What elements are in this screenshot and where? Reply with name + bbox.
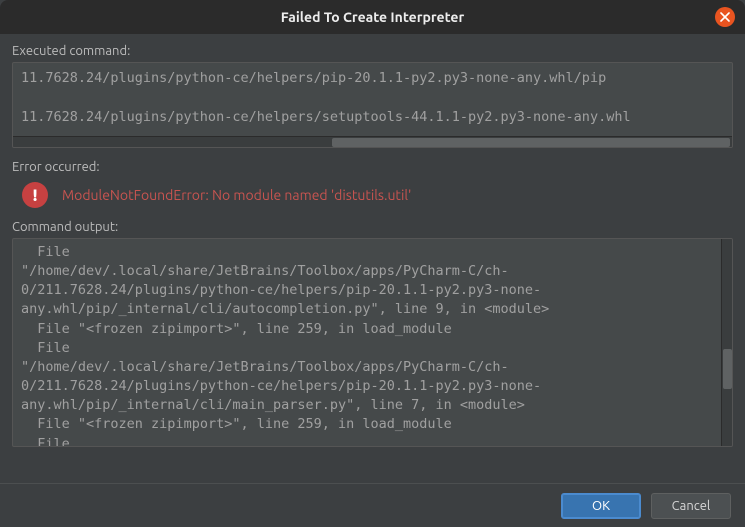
command-output-label: Command output: [12, 220, 733, 234]
close-button[interactable] [715, 7, 735, 27]
vertical-scrollbar[interactable] [721, 239, 732, 446]
titlebar: Failed To Create Interpreter [0, 0, 745, 34]
error-occurred-label: Error occurred: [12, 160, 733, 174]
close-icon [720, 12, 730, 22]
output-section: Command output: File "/home/dev/.local/s… [12, 220, 733, 447]
cancel-button[interactable]: Cancel [651, 493, 731, 519]
executed-command-box: 11.7628.24/plugins/python-ce/helpers/pip… [12, 62, 733, 148]
horizontal-scrollbar[interactable] [13, 136, 732, 147]
error-message: ModuleNotFoundError: No module named 'di… [62, 187, 411, 203]
dialog-content: Executed command: 11.7628.24/plugins/pyt… [0, 34, 745, 447]
command-output-text[interactable]: File "/home/dev/.local/share/JetBrains/T… [13, 239, 732, 447]
error-row: ! ModuleNotFoundError: No module named '… [12, 178, 733, 212]
vertical-scrollbar-thumb[interactable] [723, 349, 732, 389]
button-bar: OK Cancel [0, 483, 745, 527]
error-icon: ! [22, 182, 48, 208]
error-section: Error occurred: ! ModuleNotFoundError: N… [12, 160, 733, 212]
command-output-box: File "/home/dev/.local/share/JetBrains/T… [12, 238, 733, 447]
horizontal-scrollbar-thumb[interactable] [332, 138, 730, 147]
ok-button[interactable]: OK [561, 493, 641, 519]
executed-command-text[interactable]: 11.7628.24/plugins/python-ce/helpers/pip… [13, 63, 732, 134]
executed-command-label: Executed command: [12, 44, 733, 58]
window-title: Failed To Create Interpreter [281, 9, 464, 25]
